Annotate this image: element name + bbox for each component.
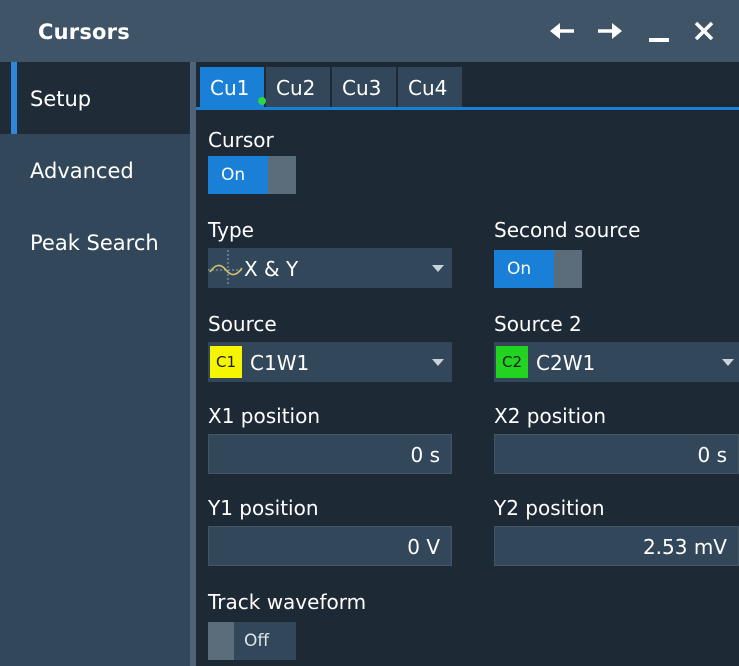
sidebar-item-label: Peak Search [30, 231, 159, 255]
toggle-thumb [208, 622, 234, 660]
sidebar: Setup Advanced Peak Search [0, 62, 190, 666]
sidebar-item-advanced[interactable]: Advanced [0, 134, 190, 206]
sidebar-item-label: Advanced [30, 159, 134, 183]
toggle-on-segment: On [208, 156, 268, 194]
tab-cu1[interactable]: Cu1 [200, 67, 266, 107]
cursor-tab-strip: Cu1 Cu2 Cu3 Cu4 [196, 62, 739, 108]
source2-dropdown[interactable]: C2 C2W1 [494, 342, 739, 382]
channel-badge-c2: C2 [496, 346, 528, 378]
type-value: X & Y [244, 257, 299, 281]
tab-underline [196, 107, 739, 110]
source-value: C1W1 [250, 351, 310, 375]
tab-label: Cu1 [210, 76, 250, 100]
y2-position-value: 2.53 mV [642, 535, 727, 559]
x2-position-value: 0 s [697, 443, 727, 467]
tab-cu2[interactable]: Cu2 [266, 67, 330, 107]
sidebar-item-label: Setup [30, 87, 92, 111]
arrow-left-icon[interactable] [548, 18, 578, 44]
cursor-toggle[interactable]: On [208, 156, 296, 194]
active-indicator-dot [258, 97, 266, 105]
y2-position-label: Y2 position [494, 496, 605, 520]
y1-position-value: 0 V [407, 535, 440, 559]
x1-position-label: X1 position [208, 404, 321, 428]
toggle-state: Off [244, 631, 270, 651]
type-label: Type [208, 218, 254, 242]
source2-label: Source 2 [494, 312, 582, 336]
xy-cursor-icon [208, 250, 244, 290]
y1-position-label: Y1 position [208, 496, 319, 520]
sidebar-item-setup[interactable]: Setup [0, 62, 190, 134]
sidebar-item-peak-search[interactable]: Peak Search [0, 206, 190, 278]
toggle-state: On [221, 165, 246, 185]
type-dropdown[interactable]: X & Y [208, 248, 452, 288]
toggle-thumb [558, 250, 582, 288]
minimize-icon[interactable] [645, 18, 675, 44]
chevron-down-icon [432, 359, 444, 366]
chevron-down-icon [722, 359, 734, 366]
second-source-label: Second source [494, 218, 641, 242]
close-icon[interactable] [690, 18, 720, 44]
source-dropdown[interactable]: C1 C1W1 [208, 342, 452, 382]
source2-value: C2W1 [536, 351, 596, 375]
track-waveform-label: Track waveform [208, 590, 367, 614]
tab-label: Cu4 [408, 76, 448, 100]
y2-position-field[interactable]: 2.53 mV [494, 526, 739, 566]
arrow-right-icon[interactable] [594, 18, 624, 44]
tab-label: Cu3 [342, 76, 382, 100]
chevron-down-icon [432, 265, 444, 272]
toggle-on-segment: On [494, 250, 554, 288]
channel-badge-c1: C1 [210, 346, 242, 378]
second-source-toggle[interactable]: On [494, 250, 582, 288]
tab-cu4[interactable]: Cu4 [398, 67, 462, 107]
x1-position-field[interactable]: 0 s [208, 434, 452, 474]
title-bar: Cursors [0, 0, 739, 62]
cursor-label: Cursor [208, 128, 274, 152]
source-label: Source [208, 312, 277, 336]
track-waveform-toggle[interactable]: Off [208, 622, 296, 660]
tab-label: Cu2 [276, 76, 316, 100]
x2-position-label: X2 position [494, 404, 607, 428]
toggle-thumb [272, 156, 296, 194]
x2-position-field[interactable]: 0 s [494, 434, 739, 474]
tab-cu3[interactable]: Cu3 [332, 67, 396, 107]
y1-position-field[interactable]: 0 V [208, 526, 452, 566]
window-title: Cursors [38, 20, 130, 44]
toggle-state: On [507, 259, 532, 279]
x1-position-value: 0 s [410, 443, 440, 467]
panel-splitter[interactable] [190, 62, 196, 666]
